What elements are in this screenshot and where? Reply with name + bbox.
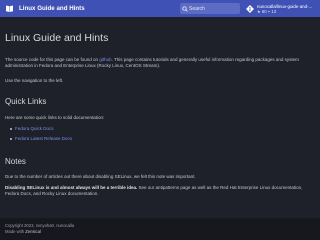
nav-hint: Use the navigation to the left. xyxy=(5,78,64,83)
search-input[interactable] xyxy=(189,3,237,14)
book-logo-icon[interactable] xyxy=(5,4,14,13)
page-title: Linux Guide and Hints xyxy=(5,32,109,44)
intro-text-start: The source code for this page can be fou… xyxy=(5,57,100,62)
repo-stats: ★ 60 ⑂ 13 xyxy=(257,8,277,14)
quick-links-intro: Here are some quick links to solid docum… xyxy=(5,115,105,120)
notes-warning: Disabling SELinux is and almost always w… xyxy=(5,185,313,198)
top-header: Linux Guide and Hints nunocalla/linux-gu… xyxy=(0,0,320,17)
notes-heading: Notes xyxy=(5,157,26,166)
list-item: Fedora Latest Release Docs xyxy=(10,136,72,142)
git-icon xyxy=(246,4,254,13)
fedora-quick-docs-link[interactable]: Fedora Quick Docs xyxy=(15,126,54,131)
search-icon xyxy=(180,3,189,14)
footer: Copyright 2023, nvnyoha0, nunocalla Made… xyxy=(0,218,320,240)
fedora-release-docs-link[interactable]: Fedora Latest Release Docs xyxy=(15,136,72,141)
notes-bold-text: Disabling SELinux is and almost always w… xyxy=(5,185,138,190)
footer-made-with: Made with Zensical xyxy=(5,229,320,235)
bullet-icon xyxy=(10,127,12,130)
quick-links-heading: Quick Links xyxy=(5,97,47,106)
search-box[interactable] xyxy=(180,3,240,14)
made-with-text: Made with xyxy=(5,229,26,234)
zensical-link[interactable]: Zensical xyxy=(25,229,41,234)
list-item: Fedora Quick Docs xyxy=(10,126,54,132)
repository-link[interactable]: nunocalla/linux-guide-and-... ★ 60 ⑂ 13 xyxy=(246,2,320,15)
intro-paragraph: The source code for this page can be fou… xyxy=(5,57,313,70)
bullet-icon xyxy=(10,137,12,140)
site-title[interactable]: Linux Guide and Hints xyxy=(19,5,85,12)
notes-intro: Due to the number of articles out there … xyxy=(5,174,196,179)
github-link[interactable]: github xyxy=(99,57,111,62)
